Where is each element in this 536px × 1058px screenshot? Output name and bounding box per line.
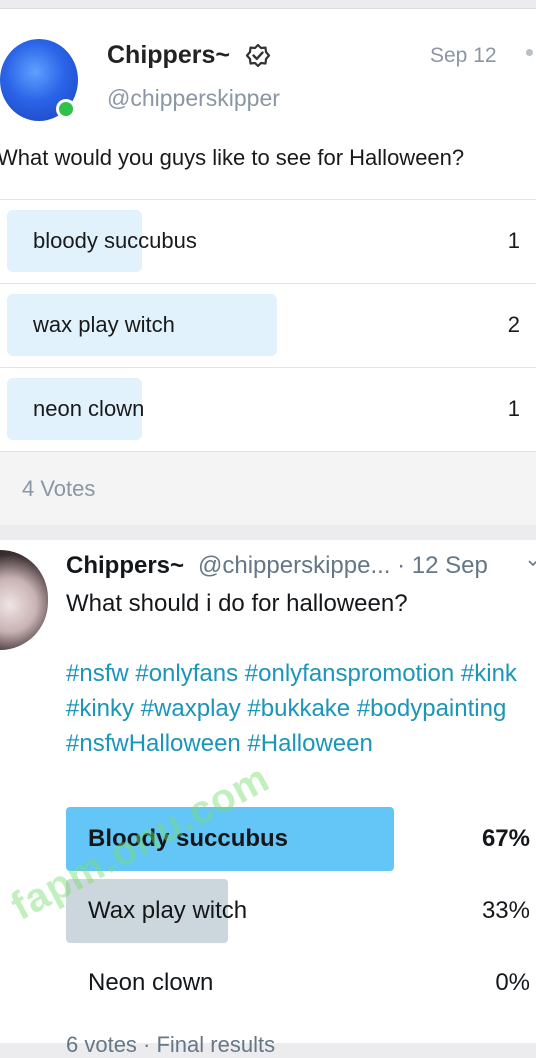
- poll-option-label: Neon clown: [88, 969, 214, 996]
- verified-icon: [245, 43, 271, 68]
- vote-total: 4 Votes: [0, 451, 536, 525]
- avatar[interactable]: [0, 39, 78, 121]
- author-handle[interactable]: @chipperskipper: [107, 85, 280, 112]
- poll-option-label: Bloody succubus: [88, 825, 289, 852]
- poll-option: Bloody succubus 67%: [66, 807, 530, 871]
- poll-option: Wax play witch 33%: [66, 879, 530, 943]
- poll-option-count: 1: [507, 396, 520, 421]
- poll-question: What should i do for halloween?: [66, 590, 408, 617]
- more-options-icon[interactable]: [526, 49, 533, 56]
- poll-option-label: wax play witch: [33, 312, 175, 337]
- author-name[interactable]: Chippers~: [66, 552, 184, 580]
- avatar[interactable]: [0, 550, 48, 650]
- poll-option-percent: 33%: [481, 897, 530, 924]
- poll-option-label: Wax play witch: [88, 897, 248, 924]
- poll-card-2: Chippers~ @chipperskippe... · 12 Sep Wha…: [0, 540, 536, 1057]
- poll-option-label: bloody succubus: [33, 228, 197, 253]
- poll-option[interactable]: bloody succubus 1: [0, 199, 536, 283]
- hashtags[interactable]: #nsfw #onlyfans #onlyfanspromotion #kink…: [66, 656, 528, 761]
- poll-option-percent: 0%: [495, 969, 530, 996]
- poll-option[interactable]: wax play witch 2: [0, 283, 536, 367]
- online-status-indicator: [56, 99, 76, 119]
- poll-card-1: Chippers~ Sep 12 @chipperskipper What wo…: [0, 8, 536, 525]
- poll-question: What would you guys like to see for Hall…: [0, 145, 465, 170]
- poll-option-label: neon clown: [33, 396, 145, 421]
- chevron-down-icon[interactable]: [528, 558, 536, 568]
- poll-option-count: 2: [507, 312, 520, 337]
- post-date: Sep 12: [430, 44, 497, 67]
- poll-option-count: 1: [507, 228, 520, 253]
- poll-option: Neon clown 0%: [66, 951, 530, 1015]
- poll: bloody succubus 1 wax play witch 2 neon …: [0, 199, 536, 525]
- poll-option-percent: 67%: [481, 825, 530, 852]
- vote-total-label: 4 Votes: [22, 476, 96, 501]
- author-handle-and-date[interactable]: @chipperskippe... · 12 Sep: [198, 552, 488, 580]
- poll-option[interactable]: neon clown 1: [0, 367, 536, 451]
- author-name[interactable]: Chippers~: [107, 41, 230, 70]
- poll-footer: 6 votes · Final results: [66, 1032, 276, 1057]
